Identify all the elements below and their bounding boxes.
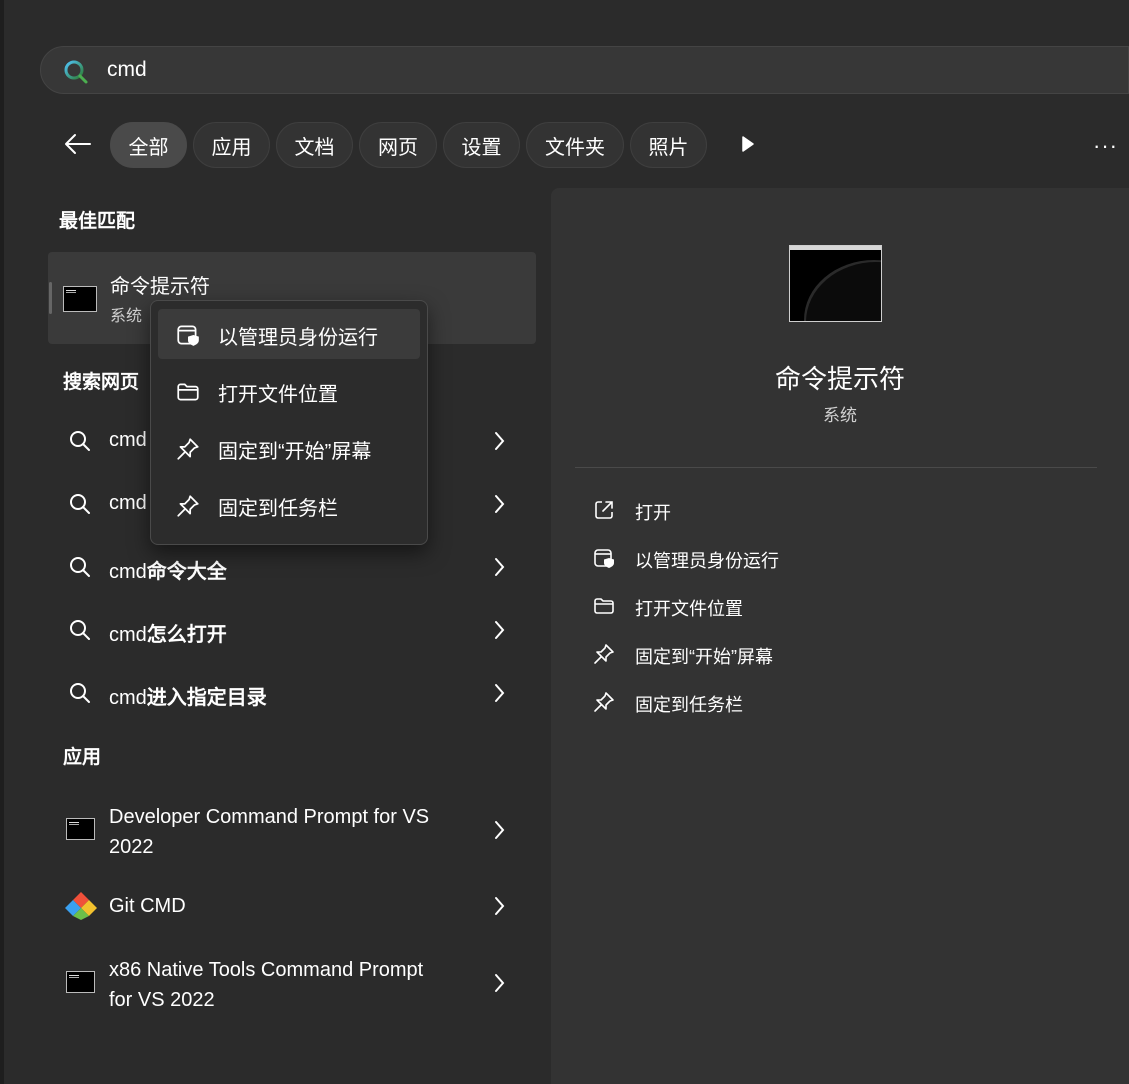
tab-folders[interactable]: 文件夹	[526, 122, 624, 168]
folder-icon	[592, 594, 616, 623]
menu-item-open-file-location[interactable]: 打开文件位置	[158, 366, 420, 416]
back-arrow-icon[interactable]	[62, 129, 94, 159]
menu-item-label: 固定到任务栏	[218, 498, 338, 520]
action-label: 固定到“开始”屏幕	[635, 647, 773, 667]
pin-icon	[592, 690, 616, 719]
selection-indicator	[49, 282, 52, 314]
pin-icon	[175, 436, 201, 467]
chevron-right-icon[interactable]	[493, 819, 507, 846]
web-result-suffix: 怎么打开	[146, 624, 227, 646]
section-apps: 应用	[63, 747, 102, 768]
tab-documents[interactable]: 文档	[276, 122, 353, 168]
action-label: 以管理员身份运行	[635, 551, 779, 571]
web-result-prefix: cmd	[109, 687, 147, 709]
chevron-right-icon[interactable]	[493, 895, 507, 922]
detail-title: 命令提示符	[774, 364, 905, 394]
action-label: 打开文件位置	[635, 599, 743, 619]
menu-item-pin-to-taskbar[interactable]: 固定到任务栏	[158, 480, 420, 530]
search-box[interactable]: cmd	[40, 46, 1129, 94]
search-icon	[68, 429, 92, 458]
search-input[interactable]: cmd	[107, 58, 147, 82]
best-match-subtitle: 系统	[110, 308, 143, 325]
detail-subtitle: 系统	[823, 406, 857, 425]
cmd-icon	[63, 286, 97, 312]
open-external-icon	[592, 498, 616, 527]
cmd-icon	[66, 818, 95, 840]
web-result-prefix: cmd	[109, 624, 147, 646]
search-icon	[68, 618, 92, 647]
chevron-right-icon[interactable]	[493, 493, 507, 520]
divider	[575, 467, 1097, 468]
pin-icon	[592, 642, 616, 671]
menu-item-label: 固定到“开始”屏幕	[218, 441, 372, 463]
web-result-suffix: 命令大全	[146, 561, 227, 583]
menu-item-label: 以管理员身份运行	[218, 327, 378, 349]
search-icon	[68, 681, 92, 710]
section-best-match: 最佳匹配	[59, 211, 136, 232]
cmd-icon	[66, 971, 95, 993]
action-label: 打开	[635, 503, 671, 523]
shield-window-icon	[592, 546, 616, 575]
menu-item-pin-to-start[interactable]: 固定到“开始”屏幕	[158, 423, 420, 473]
shield-window-icon	[175, 322, 201, 353]
chevron-right-icon[interactable]	[493, 682, 507, 709]
app-title: Developer Command Prompt for VS 2022	[109, 806, 430, 858]
menu-item-run-as-admin[interactable]: 以管理员身份运行	[158, 309, 420, 359]
tab-web[interactable]: 网页	[359, 122, 437, 168]
tab-apps[interactable]: 应用	[193, 122, 270, 168]
web-result-prefix: cmd	[109, 429, 147, 451]
web-result-prefix: cmd	[109, 561, 147, 583]
menu-item-label: 打开文件位置	[218, 384, 338, 406]
web-result-suffix: 进入指定目录	[146, 687, 267, 709]
play-icon[interactable]	[741, 136, 755, 157]
more-options-icon[interactable]: ···	[1093, 133, 1118, 159]
git-icon	[65, 891, 97, 926]
search-icon	[68, 555, 92, 584]
app-title: x86 Native Tools Command Prompt for VS 2…	[109, 959, 424, 1011]
chevron-right-icon[interactable]	[493, 972, 507, 999]
best-match-title: 命令提示符	[110, 276, 210, 298]
tab-photos[interactable]: 照片	[630, 122, 707, 168]
action-run-as-admin[interactable]: 以管理员身份运行	[590, 544, 890, 574]
tab-all[interactable]: 全部	[110, 122, 187, 168]
action-pin-to-start[interactable]: 固定到“开始”屏幕	[590, 640, 890, 670]
chevron-right-icon[interactable]	[493, 619, 507, 646]
action-label: 固定到任务栏	[635, 695, 743, 715]
pin-icon	[175, 493, 201, 524]
search-icon	[68, 492, 92, 521]
context-menu: 以管理员身份运行 打开文件位置 固定到“开始”屏幕 固定到任务栏	[150, 300, 428, 545]
section-search-web: 搜索网页	[63, 372, 140, 393]
chevron-right-icon[interactable]	[493, 430, 507, 457]
action-open-file-location[interactable]: 打开文件位置	[590, 592, 890, 622]
chevron-right-icon[interactable]	[493, 556, 507, 583]
action-pin-to-taskbar[interactable]: 固定到任务栏	[590, 688, 890, 718]
search-icon	[63, 59, 89, 90]
web-result-prefix: cmd	[109, 492, 147, 514]
app-title: Git CMD	[109, 895, 186, 917]
folder-icon	[175, 379, 201, 410]
action-open[interactable]: 打开	[590, 496, 890, 526]
detail-panel	[551, 188, 1129, 1084]
cmd-preview-icon	[789, 245, 882, 322]
tab-settings[interactable]: 设置	[443, 122, 520, 168]
